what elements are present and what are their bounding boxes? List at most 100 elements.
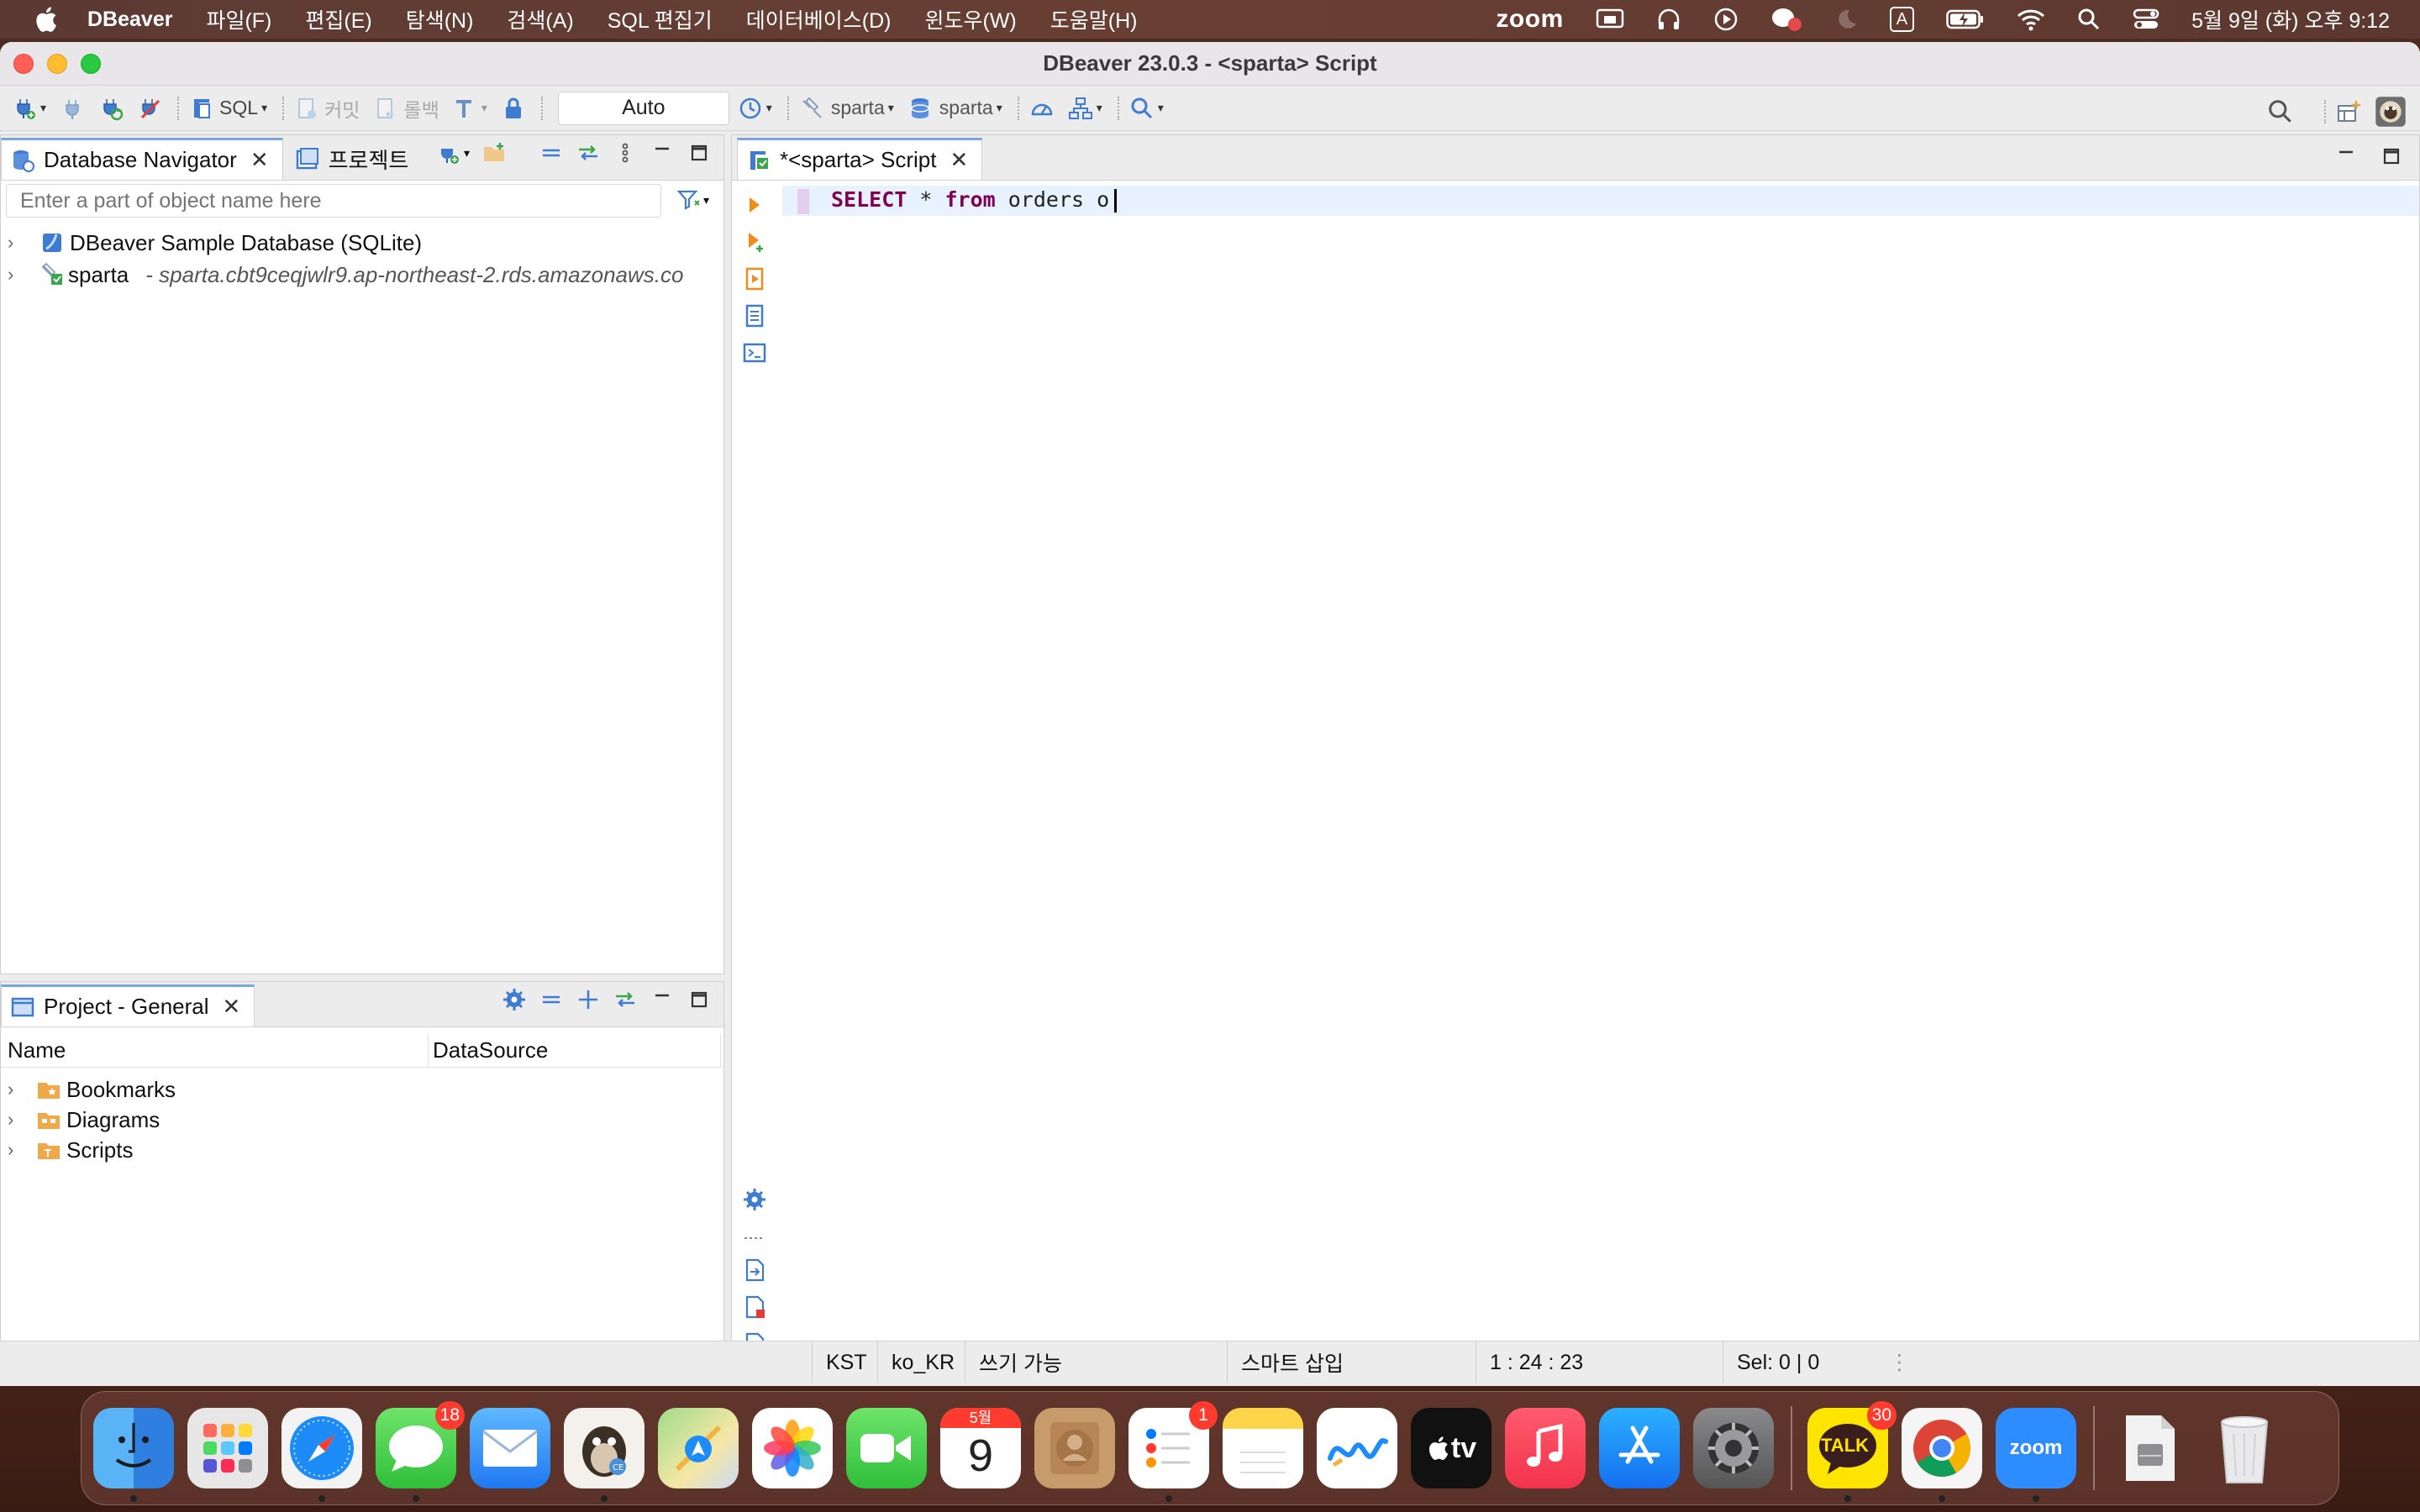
menubar-clock[interactable]: 5월 9일 (화) 오후 9:12: [2191, 4, 2390, 34]
dock-downloads[interactable]: [2110, 1408, 2191, 1488]
transaction-mode-button[interactable]: ▾: [453, 96, 487, 121]
dock-launchpad[interactable]: [187, 1408, 268, 1488]
execute-script-icon[interactable]: [742, 266, 767, 291]
dock-chrome[interactable]: [1902, 1408, 1982, 1502]
tree-item-sample-database[interactable]: › DBeaver Sample Database (SQLite): [1, 228, 422, 258]
tab-projects[interactable]: 프로젝트: [287, 138, 423, 180]
maximize-icon[interactable]: [687, 140, 712, 165]
rollback-button[interactable]: 롤백: [373, 94, 439, 123]
wifi-icon[interactable]: [2017, 8, 2045, 31]
new-connection-icon[interactable]: [435, 140, 460, 165]
search-toolbar-button[interactable]: ▾: [1129, 96, 1164, 121]
chevron-right-icon[interactable]: ›: [8, 232, 29, 254]
menu-file[interactable]: 파일(F): [206, 4, 271, 34]
project-item-bookmarks[interactable]: › Bookmarks: [1, 1074, 176, 1105]
dock-contacts[interactable]: [1034, 1408, 1115, 1488]
link-with-editor-icon[interactable]: [576, 140, 601, 165]
terminal-icon[interactable]: [742, 340, 767, 365]
column-header-datasource[interactable]: DataSource: [433, 1034, 548, 1066]
dock-notes[interactable]: [1223, 1408, 1303, 1488]
expand-all-icon[interactable]: [576, 987, 601, 1012]
window-zoom-button[interactable]: [81, 54, 101, 74]
active-schema-selector[interactable]: sparta ▾: [908, 96, 1002, 121]
maximize-icon[interactable]: [2379, 144, 2404, 169]
chevron-right-icon[interactable]: ›: [8, 1109, 29, 1131]
minimize-icon[interactable]: [650, 140, 675, 165]
close-icon[interactable]: ✕: [250, 147, 269, 173]
dock-tv[interactable]: tv: [1411, 1408, 1491, 1488]
dashboard-button[interactable]: [1029, 96, 1055, 121]
disconnect-button[interactable]: [137, 96, 162, 121]
navigator-filter-input[interactable]: [6, 184, 661, 218]
dock-calendar[interactable]: 5월 9: [940, 1408, 1021, 1488]
open-perspective-button[interactable]: [2336, 99, 2361, 124]
chevron-right-icon[interactable]: ›: [8, 264, 29, 286]
view-menu-icon[interactable]: [613, 140, 638, 165]
menu-sql-editor[interactable]: SQL 편집기: [608, 4, 713, 34]
dock-photos[interactable]: [752, 1408, 833, 1488]
input-source-indicator[interactable]: A: [1889, 7, 1915, 32]
window-close-button[interactable]: [13, 54, 34, 74]
dock-maps[interactable]: [658, 1408, 739, 1488]
project-item-diagrams[interactable]: › Diagrams: [1, 1105, 160, 1135]
chevron-right-icon[interactable]: ›: [8, 1139, 29, 1161]
dock-trash[interactable]: [2204, 1408, 2285, 1488]
close-icon[interactable]: ✕: [950, 147, 968, 173]
column-header-name[interactable]: Name: [8, 1034, 66, 1066]
sql-code-line[interactable]: SELECT * from orders o: [831, 187, 1118, 213]
dock-music[interactable]: [1505, 1408, 1586, 1488]
control-center-icon[interactable]: [2133, 8, 2160, 31]
tab-sparta-script[interactable]: *<sparta> Script ✕: [737, 138, 983, 180]
dock-reminders[interactable]: 1: [1128, 1401, 1218, 1502]
lock-button[interactable]: [501, 96, 526, 121]
tree-item-sparta-connection[interactable]: › sparta - sparta.cbt9ceqjwlr9.ap-northe…: [1, 260, 683, 290]
apple-icon[interactable]: [32, 5, 59, 34]
transaction-mode-selector[interactable]: Auto: [557, 91, 729, 125]
menu-edit[interactable]: 편집(E): [305, 4, 371, 34]
maximize-icon[interactable]: [687, 987, 712, 1012]
gear-icon[interactable]: [502, 987, 527, 1012]
close-icon[interactable]: ✕: [223, 994, 241, 1020]
screen-mirroring-icon[interactable]: [1596, 8, 1624, 31]
active-datasource-selector[interactable]: sparta ▾: [799, 96, 894, 121]
minimize-icon[interactable]: [2333, 144, 2359, 169]
dock-safari[interactable]: [281, 1408, 362, 1502]
more-dots-icon[interactable]: [742, 1226, 767, 1251]
dock-system-settings[interactable]: [1693, 1408, 1774, 1488]
gear-icon[interactable]: [742, 1187, 767, 1212]
chat-status-icon[interactable]: [1770, 6, 1802, 33]
sql-editor-button[interactable]: SQL ▾: [189, 96, 267, 121]
new-connection-button[interactable]: ▾: [12, 96, 46, 121]
minimize-icon[interactable]: [650, 987, 675, 1012]
tab-database-navigator[interactable]: Database Navigator ✕: [1, 138, 283, 180]
menu-app-name[interactable]: DBeaver: [87, 8, 172, 32]
filter-settings-button[interactable]: ▾: [676, 187, 709, 213]
chevron-down-icon[interactable]: ▾: [464, 146, 470, 160]
collapse-all-icon[interactable]: [539, 987, 564, 1012]
dock-kakaotalk[interactable]: TALK 30: [1807, 1401, 1897, 1502]
link-with-editor-icon[interactable]: [613, 987, 638, 1012]
commit-button[interactable]: 커밋: [294, 94, 360, 123]
erd-button[interactable]: ▾: [1068, 96, 1102, 121]
explain-plan-icon[interactable]: [742, 303, 767, 328]
collapse-all-icon[interactable]: [539, 140, 564, 165]
menu-search[interactable]: 검색(A): [507, 4, 573, 34]
show-output-icon[interactable]: [742, 1257, 767, 1283]
dock-finder[interactable]: [93, 1408, 174, 1502]
status-more-handle[interactable]: ⋮: [1876, 1341, 1910, 1383]
play-circle-icon[interactable]: [1713, 7, 1739, 32]
dock-facetime[interactable]: [846, 1408, 927, 1488]
spotlight-search-icon[interactable]: [2077, 8, 2101, 31]
error-log-icon[interactable]: [742, 1294, 767, 1320]
dock-zoom[interactable]: zoom: [1996, 1408, 2076, 1502]
menu-database[interactable]: 데이터베이스(D): [746, 4, 892, 34]
window-minimize-button[interactable]: [47, 54, 67, 74]
dock-messages[interactable]: 18: [376, 1401, 465, 1502]
zoom-status-item[interactable]: zoom: [1496, 5, 1563, 34]
tab-project-general[interactable]: Project - General ✕: [1, 984, 255, 1026]
execute-in-new-tab-icon[interactable]: [742, 229, 767, 255]
dock-dbeaver[interactable]: CE: [564, 1408, 644, 1502]
dbeaver-perspective-button[interactable]: [2375, 96, 2407, 128]
chevron-right-icon[interactable]: ›: [8, 1079, 29, 1100]
global-search-button[interactable]: [2267, 98, 2294, 125]
